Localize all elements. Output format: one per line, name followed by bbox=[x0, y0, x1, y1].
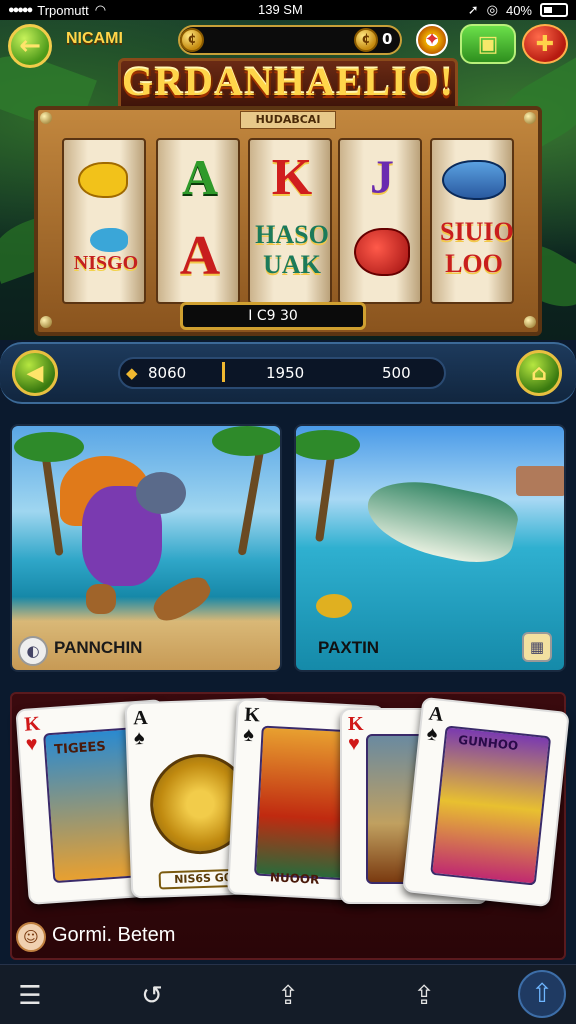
share-icon[interactable]: ⇪ bbox=[404, 976, 444, 1016]
card-badge: NUOOR bbox=[269, 870, 320, 887]
reel-1: NISGO bbox=[62, 138, 146, 304]
reel-5-label: SIUIO LOO bbox=[440, 217, 514, 278]
reel-2-top: A bbox=[181, 149, 219, 205]
card-rank: A ♠ bbox=[132, 706, 149, 750]
card-rank: K ♥ bbox=[23, 712, 41, 756]
settings-button[interactable]: ✦ bbox=[416, 24, 448, 56]
back-button[interactable]: ← bbox=[8, 24, 52, 68]
spin-readout[interactable]: I C9 30 bbox=[180, 302, 366, 330]
stat-2: 1950 bbox=[266, 364, 305, 382]
alarm-icon: ◎ bbox=[486, 2, 498, 17]
carrier-name: Trpomutt bbox=[37, 2, 89, 18]
stat-3: 500 bbox=[382, 364, 411, 382]
coin-icon: ¢ bbox=[180, 28, 204, 52]
blue-fish-icon bbox=[442, 160, 506, 200]
playing-card[interactable]: A ♠ GUNHOO bbox=[402, 696, 570, 908]
fish-icon bbox=[78, 162, 128, 198]
home-icon: ⌂ bbox=[531, 360, 547, 386]
nav-back-button[interactable]: ◀ bbox=[12, 350, 58, 396]
stat-1: 8060 bbox=[148, 364, 187, 382]
card-rank: K ♥ bbox=[348, 713, 364, 755]
battery-icon bbox=[540, 3, 568, 17]
wifi-icon: ◠ bbox=[94, 2, 107, 17]
card-rank: K ♠ bbox=[242, 703, 261, 747]
reel-4-top: J bbox=[370, 151, 394, 204]
slot-sub-label: HUDABCAI bbox=[240, 111, 336, 129]
coin-icon: ¢ bbox=[354, 28, 378, 52]
gear-icon: ✦ bbox=[424, 29, 440, 50]
gift-icon: ▣ bbox=[477, 31, 499, 57]
shell-icon: ◐ bbox=[18, 636, 48, 666]
location-icon: ➚ bbox=[467, 2, 479, 17]
slot-title: GRDANHAELIO! bbox=[121, 59, 455, 104]
reel-2: A A bbox=[156, 138, 240, 304]
arrow-left-icon: ← bbox=[19, 31, 41, 61]
upload-icon[interactable]: ⇧ bbox=[518, 970, 566, 1018]
reel-3-label: HASO UAK bbox=[255, 220, 329, 279]
arrow-left-icon: ◀ bbox=[26, 360, 44, 386]
menu-icon[interactable]: ☰ bbox=[10, 976, 50, 1016]
red-fish-icon bbox=[354, 228, 410, 276]
game-card-paxtin[interactable]: PAXTIN ▦ bbox=[294, 424, 566, 672]
shop-button[interactable]: ▣ bbox=[460, 24, 516, 64]
reel-2-label: A bbox=[179, 225, 221, 287]
coin-value: 0 bbox=[382, 30, 393, 48]
dolphin-icon bbox=[90, 228, 128, 252]
character-head bbox=[136, 472, 186, 514]
nav-home-button[interactable]: ⌂ bbox=[516, 350, 562, 396]
signal-icon: ●●●●● bbox=[8, 4, 33, 16]
diamond-icon: ◆ bbox=[126, 364, 138, 382]
clock: 139 SM bbox=[258, 2, 303, 17]
plus-icon: ✚ bbox=[535, 31, 555, 57]
reel-5: SIUIO LOO bbox=[430, 138, 514, 304]
game-label: PAXTIN bbox=[318, 638, 380, 657]
info-icon[interactable]: ▦ bbox=[522, 632, 552, 662]
reel-3-top: K bbox=[271, 149, 313, 206]
battery-percent: 40% bbox=[505, 2, 532, 18]
back-icon[interactable]: ↺ bbox=[132, 976, 172, 1016]
game-name: NICAMI bbox=[66, 30, 123, 47]
cards-label: Gormi. Betem bbox=[52, 924, 176, 946]
reel-1-label: NISGO bbox=[73, 252, 139, 274]
menu-button[interactable]: ✚ bbox=[522, 24, 568, 64]
game-label: PANNCHIN bbox=[54, 638, 143, 657]
character-icon: ☺ bbox=[16, 922, 46, 952]
reel-4: J bbox=[338, 138, 422, 304]
fish-icon bbox=[360, 471, 522, 571]
separator bbox=[222, 362, 225, 382]
card-rank: A ♠ bbox=[425, 702, 445, 746]
game-card-pannchin[interactable]: ◐ PANNCHIN bbox=[10, 424, 282, 672]
status-bar: ●●●●● Trpomutt ◠ 139 SM ➚ ◎ 40% bbox=[0, 0, 576, 20]
share-icon[interactable]: ⇪ bbox=[268, 976, 308, 1016]
reel-3: K HASO UAK bbox=[248, 138, 332, 304]
